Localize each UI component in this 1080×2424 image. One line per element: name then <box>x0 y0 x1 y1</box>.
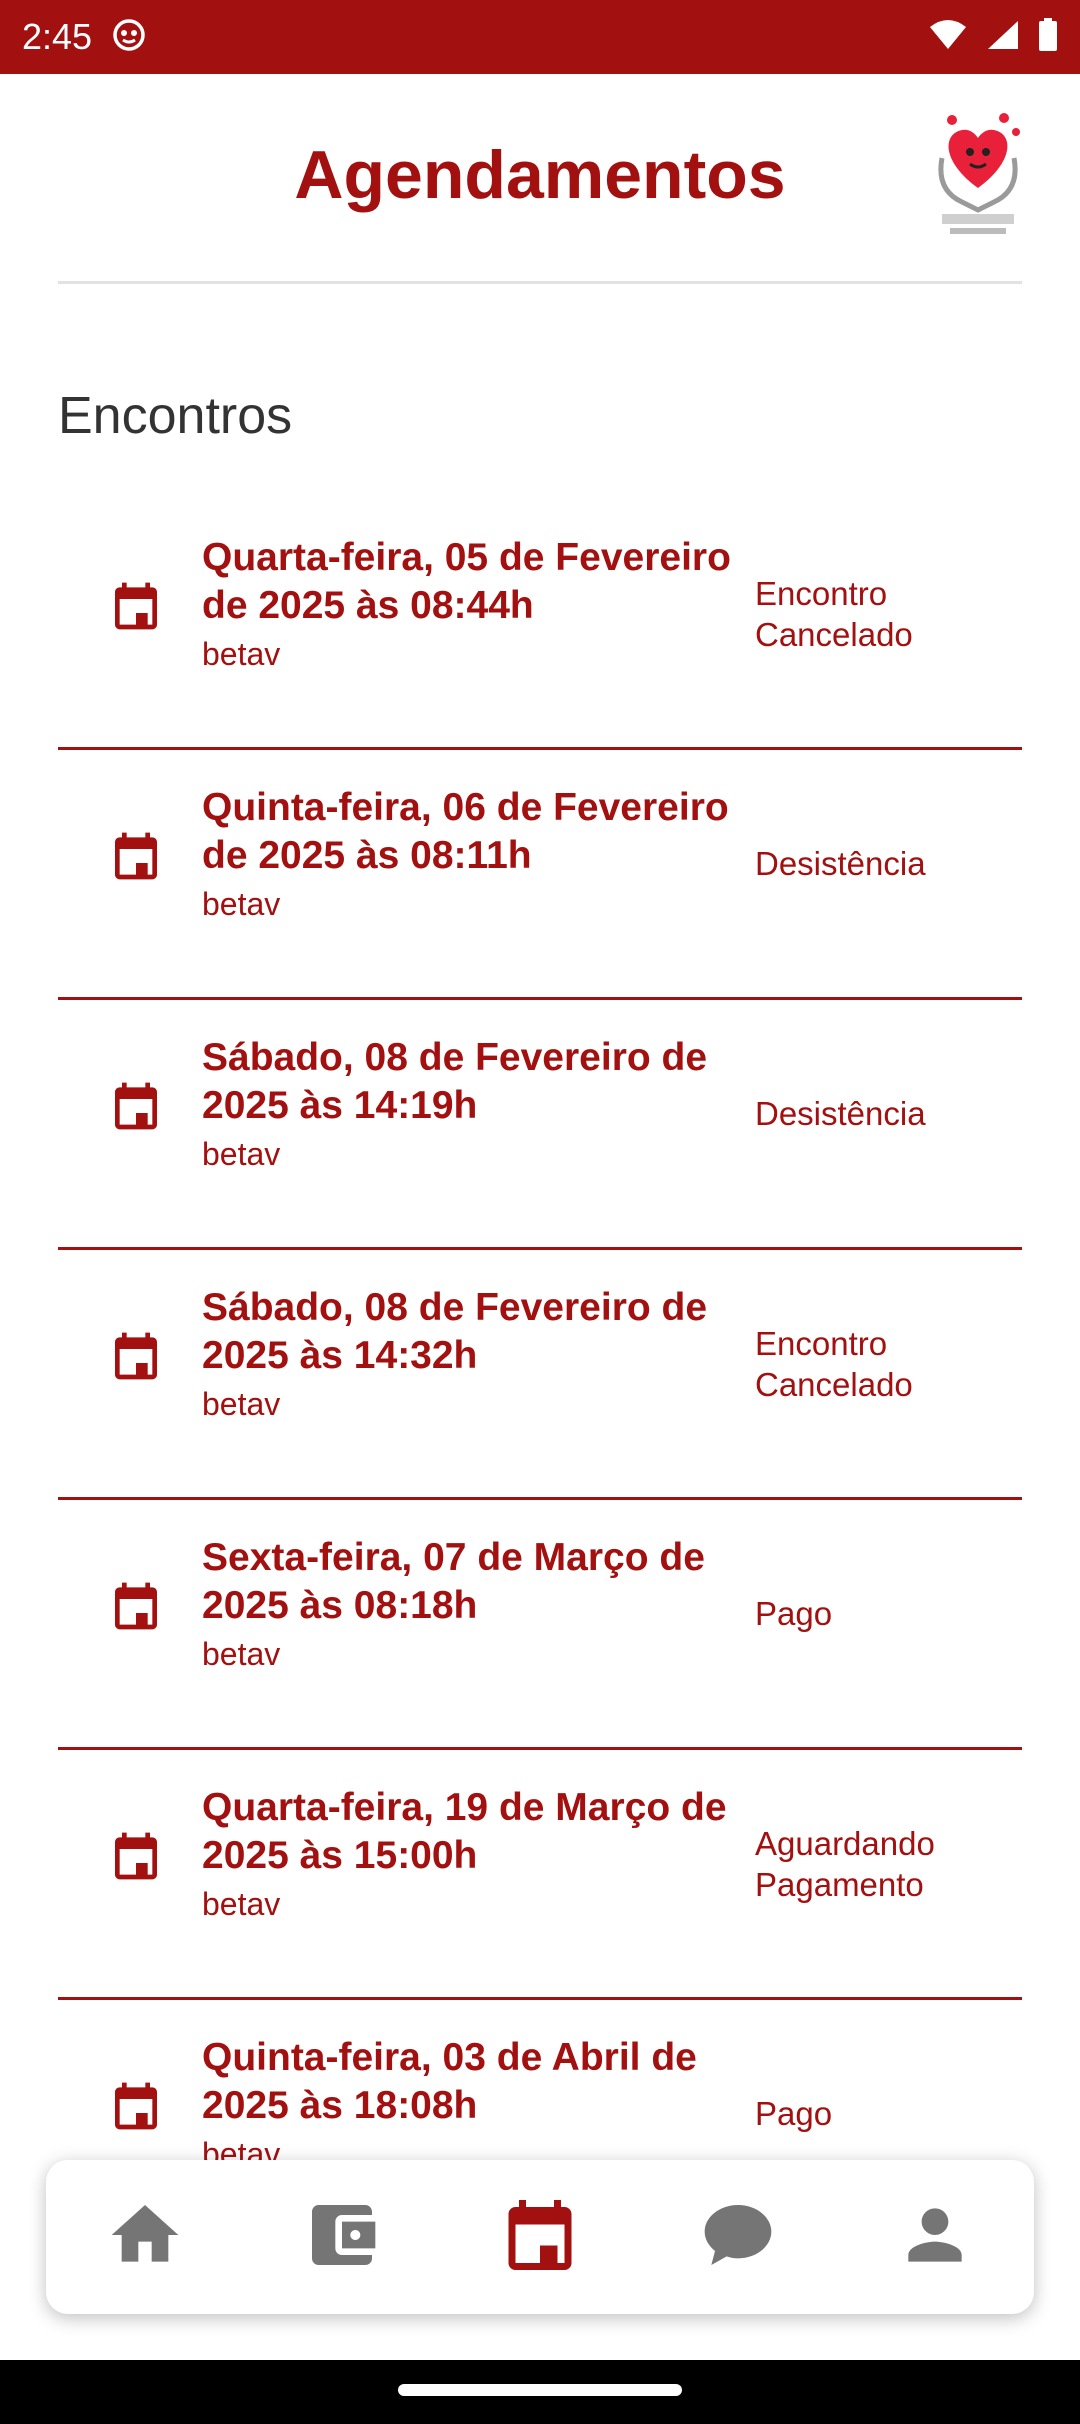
nav-wallet[interactable] <box>287 2182 397 2292</box>
appointment-datetime: Quarta-feira, 05 de Fevereiro de 2025 às… <box>202 536 731 627</box>
app-notification-icon <box>112 18 146 57</box>
appointment-user: betav <box>202 1386 281 1422</box>
appointment-status: Desistência <box>755 845 926 882</box>
appointment-item[interactable]: Quarta-feira, 19 de Março de 2025 às 15:… <box>58 1750 1022 2000</box>
status-bar: 2:45 <box>0 0 1080 74</box>
appointment-status: Pago <box>755 1595 833 1632</box>
cell-signal-icon <box>986 19 1020 56</box>
appointment-status: Encontro Cancelado <box>755 1324 913 1403</box>
calendar-icon <box>498 2193 582 2282</box>
home-gesture-handle[interactable] <box>398 2384 682 2396</box>
nav-profile[interactable] <box>880 2182 990 2292</box>
calendar-icon <box>108 1826 164 1886</box>
appointment-user: betav <box>202 1136 281 1172</box>
appointment-item[interactable]: Sábado, 08 de Fevereiro de 2025 às 14:32… <box>58 1250 1022 1500</box>
wifi-icon <box>928 19 968 56</box>
appointment-datetime: Quinta-feira, 06 de Fevereiro de 2025 às… <box>202 786 729 877</box>
appointment-user: betav <box>202 1636 281 1672</box>
person-icon <box>895 2195 975 2280</box>
home-icon <box>105 2195 185 2280</box>
calendar-icon <box>108 576 164 636</box>
calendar-icon <box>108 1076 164 1136</box>
appointment-user: betav <box>202 1886 281 1922</box>
app-header: Agendamentos <box>0 74 1080 284</box>
appointment-datetime: Sexta-feira, 07 de Março de 2025 às 08:1… <box>202 1536 705 1627</box>
status-time: 2:45 <box>22 16 93 57</box>
wallet-icon <box>302 2195 382 2280</box>
calendar-icon <box>108 1576 164 1636</box>
calendar-icon <box>108 826 164 886</box>
bottom-navigation <box>46 2160 1034 2314</box>
appointment-datetime: Quarta-feira, 19 de Março de 2025 às 15:… <box>202 1786 727 1877</box>
battery-icon <box>1038 17 1058 57</box>
appointment-datetime: Sábado, 08 de Fevereiro de 2025 às 14:19… <box>202 1036 708 1127</box>
page-title: Agendamentos <box>294 137 786 213</box>
appointment-user: betav <box>202 886 281 922</box>
appointment-item[interactable]: Quarta-feira, 05 de Fevereiro de 2025 às… <box>58 500 1022 750</box>
appointment-status: Encontro Cancelado <box>755 574 913 653</box>
header-divider <box>58 281 1022 284</box>
chat-icon <box>698 2195 778 2280</box>
appointment-user: betav <box>202 636 281 672</box>
calendar-icon <box>108 1326 164 1386</box>
nav-appointments[interactable] <box>485 2182 595 2292</box>
appointment-item[interactable]: Sexta-feira, 07 de Março de 2025 às 08:1… <box>58 1500 1022 1750</box>
calendar-icon <box>108 2076 164 2136</box>
appointment-datetime: Quinta-feira, 03 de Abril de 2025 às 18:… <box>202 2036 697 2127</box>
section-title: Encontros <box>58 387 293 445</box>
appointment-status: Aguardando Pagamento <box>755 1824 935 1903</box>
appointment-status: Desistência <box>755 1095 926 1132</box>
appointment-item[interactable]: Quinta-feira, 06 de Fevereiro de 2025 às… <box>58 750 1022 1000</box>
appointments-list: Quarta-feira, 05 de Fevereiro de 2025 às… <box>58 500 1022 2250</box>
nav-home[interactable] <box>90 2182 200 2292</box>
appointment-datetime: Sábado, 08 de Fevereiro de 2025 às 14:32… <box>202 1286 708 1377</box>
nav-chat[interactable] <box>683 2182 793 2292</box>
system-nav-bar <box>0 2360 1080 2424</box>
sugar-friends-logo <box>932 110 1024 242</box>
appointment-item[interactable]: Sábado, 08 de Fevereiro de 2025 às 14:19… <box>58 1000 1022 1250</box>
